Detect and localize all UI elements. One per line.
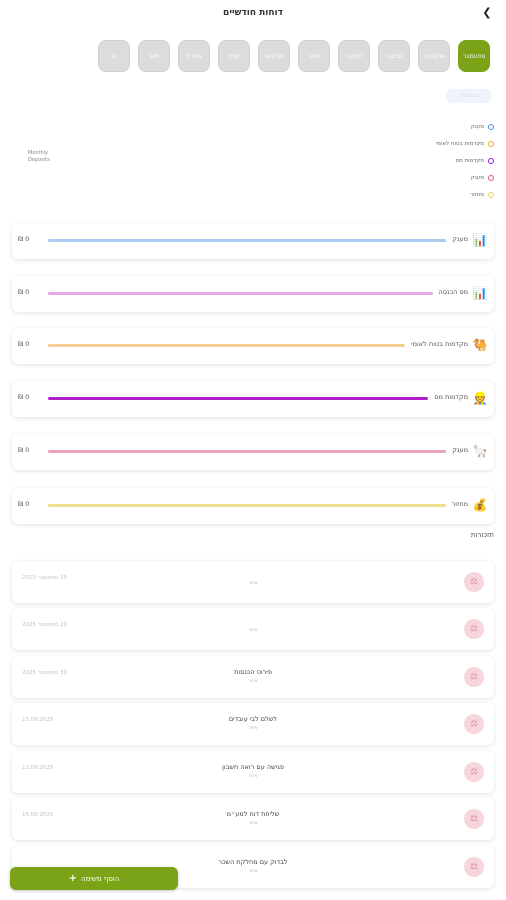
task-date: 30 ספטמבר 2025	[22, 670, 68, 676]
camel-icon: 🐫	[472, 338, 488, 352]
bar-chart-icon: 📊	[472, 233, 488, 247]
category-amount: 0 ₪	[18, 500, 30, 508]
task-title: לשלם לבי עובדים	[228, 715, 278, 723]
task-date: 12.09.2025	[22, 765, 54, 771]
page-title: דוחות חודשיים	[223, 8, 283, 18]
category-label: מענק	[452, 235, 468, 243]
month-tab[interactable]: אוקטובר	[418, 40, 450, 72]
month-tab[interactable]: פברואר	[258, 40, 290, 72]
task-title: שליחת דוח למע״מ	[226, 810, 280, 818]
llama-icon: 🦙	[472, 444, 488, 458]
chevron-left-icon[interactable]: ❮	[480, 6, 494, 20]
category-bar	[48, 504, 446, 507]
legend-item[interactable]: מענק	[374, 169, 494, 186]
y-axis-label: Monthly Deposits	[28, 150, 50, 163]
task-card[interactable]: ⚖ אחר 15 ספטמבר 2025	[12, 561, 494, 603]
category-bar	[48, 292, 433, 295]
task-title: פירוט הכנסות	[234, 668, 272, 676]
task-date: 15 ספטמבר 2025	[22, 575, 68, 581]
legend-item[interactable]: מענק	[374, 118, 494, 135]
category-card[interactable]: 🐫 מקדמות בטוח לאומי 0 ₪	[12, 328, 494, 364]
chart-legend: מענק מקדמות בטוח לאומי מקדמות מס מענק מחזור	[374, 118, 494, 203]
legend-item[interactable]: מקדמות מס	[374, 152, 494, 169]
task-category: אחר	[248, 627, 258, 633]
category-amount: 0 ₪	[18, 340, 30, 348]
legend-item[interactable]: מחזור	[374, 186, 494, 203]
legend-label: מענק	[470, 123, 484, 130]
task-card[interactable]: ⚖ פירוט הכנסות אחר 30 ספטמבר 2025	[12, 656, 494, 698]
month-tab[interactable]: מרץ	[218, 40, 250, 72]
task-card[interactable]: ⚖ פגישה עם רואה חשבון אחר 12.09.2025	[12, 751, 494, 793]
month-tab[interactable]: ינואר	[298, 40, 330, 72]
task-title: לבדוק עם מחלקת השכר	[218, 858, 288, 866]
category-card[interactable]: 🦙 מענק 0 ₪	[12, 434, 494, 470]
month-tab[interactable]: מאי	[138, 40, 170, 72]
category-amount: 0 ₪	[18, 288, 30, 296]
legend-dot	[488, 140, 494, 147]
show-all-chip[interactable]: הצג הכל	[446, 89, 492, 103]
category-card[interactable]: 📊 מס הכנסה 0 ₪	[12, 276, 494, 312]
tasks-section-title: תזכורות	[470, 531, 494, 539]
legend-dot	[488, 191, 494, 198]
task-category: אחר	[248, 725, 258, 731]
category-card[interactable]: 💰 מחזור 0 ₪	[12, 488, 494, 524]
legend-label: מקדמות מס	[455, 157, 484, 164]
task-category: אחר	[248, 773, 258, 779]
task-date: 20 ספטמבר 2025	[22, 622, 68, 628]
category-card[interactable]: 📊 מענק 0 ₪	[12, 223, 494, 259]
legend-label: מענק	[470, 174, 484, 181]
category-card[interactable]: 👷 מקדמות מס 0 ₪	[12, 381, 494, 417]
app-header: דוחות חודשיים ❮	[0, 0, 506, 30]
cash-icon: 💰	[472, 498, 488, 512]
month-tab[interactable]: אפריל	[178, 40, 210, 72]
month-tab[interactable]: ספטמבר	[458, 40, 490, 72]
task-category: אחר	[248, 820, 258, 826]
task-title: פגישה עם רואה חשבון	[222, 763, 284, 771]
month-tab[interactable]: דצמבר	[338, 40, 370, 72]
add-task-button[interactable]: הוסף משימה +	[10, 867, 178, 890]
bar-chart-icon: 📊	[472, 286, 488, 300]
category-amount: 0 ₪	[18, 393, 30, 401]
task-card[interactable]: ⚖ אחר 20 ספטמבר 2025	[12, 608, 494, 650]
category-amount: 0 ₪	[18, 235, 30, 243]
task-date: 15.09.2025	[22, 812, 54, 818]
legend-dot	[488, 157, 494, 164]
category-label: מחזור	[451, 500, 468, 508]
category-bar	[48, 397, 429, 400]
category-label: מס הכנסה	[438, 288, 468, 296]
month-tab[interactable]: יוני	[98, 40, 130, 72]
month-tab[interactable]: נובמבר	[378, 40, 410, 72]
add-task-label: הוסף משימה	[81, 874, 120, 883]
plus-icon: +	[68, 872, 78, 884]
category-label: מקדמות מס	[434, 393, 468, 401]
worker-icon: 👷	[472, 391, 488, 405]
task-category: אחר	[248, 580, 258, 586]
task-card[interactable]: ⚖ לשלם לבי עובדים אחר 15.09.2025	[12, 703, 494, 745]
legend-label: מקדמות בטוח לאומי	[435, 140, 484, 147]
legend-item[interactable]: מקדמות בטוח לאומי	[374, 135, 494, 152]
category-bar	[48, 450, 447, 453]
category-amount: 0 ₪	[18, 446, 30, 454]
legend-label: מחזור	[470, 191, 484, 198]
category-label: מקדמות בטוח לאומי	[411, 340, 468, 348]
month-selector: ספטמבר אוקטובר נובמבר דצמבר ינואר פברואר מרץ אפ…	[10, 40, 490, 74]
task-date: 15.09.2025	[22, 717, 54, 723]
category-bar	[48, 344, 406, 347]
task-card[interactable]: ⚖ שליחת דוח למע״מ אחר 15.09.2025	[12, 798, 494, 840]
task-category: אחר	[248, 678, 258, 684]
category-bar	[48, 239, 447, 242]
legend-dot	[488, 174, 494, 181]
category-label: מענק	[452, 446, 468, 454]
legend-dot	[488, 123, 494, 130]
